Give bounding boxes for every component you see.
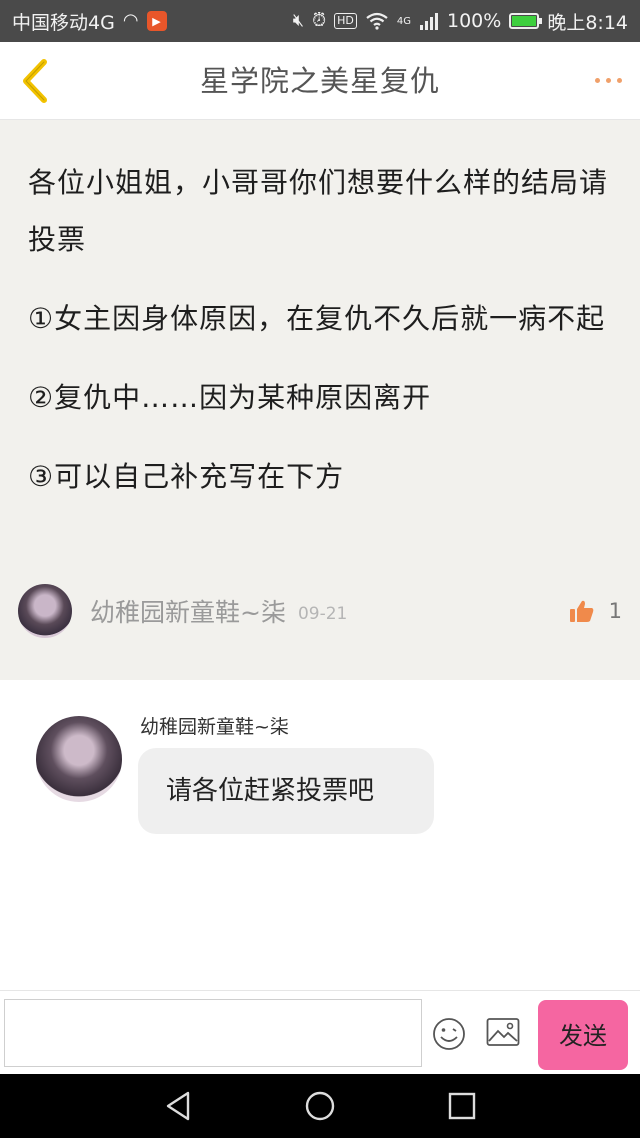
post-date: 09-21 bbox=[297, 604, 348, 624]
reply-bar: 发送 bbox=[0, 990, 640, 1074]
wifi-icon bbox=[366, 12, 388, 30]
like-button[interactable]: 1 bbox=[569, 599, 622, 623]
page-title: 星学院之美星复仇 bbox=[199, 64, 440, 98]
system-nav-bar bbox=[0, 1074, 640, 1138]
headset-icon: ◠ bbox=[122, 10, 139, 31]
status-left: 中国移动4G ◠ ▶ bbox=[12, 8, 167, 35]
post-paragraph: ②复仇中……因为某种原因离开 bbox=[28, 381, 432, 414]
status-bar: 中国移动4G ◠ ▶ 🔇︎ ⏰︎ HD 4G 100% 晚上8:14 bbox=[0, 0, 640, 42]
more-dot bbox=[606, 77, 611, 83]
image-icon[interactable] bbox=[486, 1017, 520, 1047]
more-dots-icon[interactable] bbox=[582, 68, 622, 92]
post-card: 各位小姐姐，小哥哥你们想要什么样的结局请投票 ①女主因身体原因，在复仇不久后就一… bbox=[0, 120, 640, 680]
home-circle-icon[interactable] bbox=[304, 1090, 336, 1122]
emoji-icon[interactable] bbox=[432, 1017, 466, 1051]
post-paragraph: ③可以自己补充写在下方 bbox=[28, 460, 345, 493]
more-dot bbox=[617, 77, 622, 83]
thumbs-up-icon bbox=[569, 600, 593, 622]
signal-icon bbox=[420, 13, 438, 30]
network-type-label: 4G bbox=[396, 15, 411, 27]
app-header: 星学院之美星复仇 bbox=[0, 42, 640, 120]
battery-percent: 100% bbox=[447, 10, 502, 32]
more-dot bbox=[595, 77, 600, 83]
recents-square-icon[interactable] bbox=[446, 1090, 478, 1122]
reply-input[interactable] bbox=[4, 999, 422, 1067]
avatar[interactable] bbox=[18, 584, 72, 638]
send-button[interactable]: 发送 bbox=[538, 1000, 628, 1070]
like-count: 1 bbox=[608, 599, 622, 623]
post-paragraph: ①女主因身体原因，在复仇不久后就一病不起 bbox=[28, 302, 606, 335]
battery-fill bbox=[512, 16, 537, 26]
app-notification-icon: ▶ bbox=[146, 11, 167, 31]
post-paragraph: 各位小姐姐，小哥哥你们想要什么样的结局请投票 bbox=[28, 166, 609, 256]
mute-icon: 🔇︎ bbox=[292, 10, 305, 31]
comment-bubble[interactable]: 请各位赶紧投票吧 bbox=[138, 748, 434, 834]
status-right: 🔇︎ ⏰︎ HD 4G 100% 晚上8:14 bbox=[293, 8, 628, 35]
hd-icon: HD bbox=[334, 13, 357, 29]
alarm-icon: ⏰︎ bbox=[312, 10, 327, 31]
back-triangle-icon[interactable] bbox=[162, 1090, 194, 1122]
post-author-name[interactable]: 幼稚园新童鞋~柒 bbox=[90, 593, 286, 629]
comment-author-name[interactable]: 幼稚园新童鞋~柒 bbox=[140, 712, 289, 739]
comment-item: 幼稚园新童鞋~柒 请各位赶紧投票吧 bbox=[0, 680, 640, 990]
clock: 晚上8:14 bbox=[547, 11, 628, 34]
avatar[interactable] bbox=[36, 716, 122, 802]
carrier-label: 中国移动4G bbox=[12, 11, 115, 34]
post-author-row: 幼稚园新童鞋~柒 09-21 1 bbox=[18, 584, 622, 638]
battery-icon bbox=[509, 13, 543, 29]
